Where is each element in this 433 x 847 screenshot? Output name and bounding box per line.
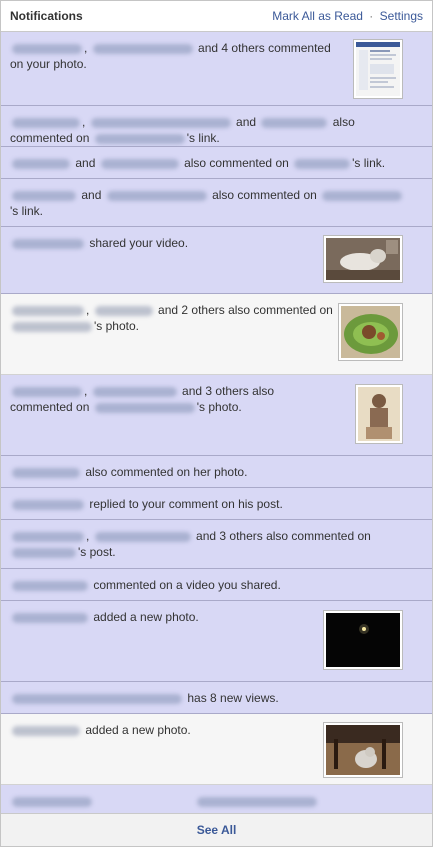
notification-text: added a new photo. [10, 722, 340, 738]
photo-thumbnail[interactable] [323, 610, 403, 670]
notification-item[interactable]: has 8 new views. [1, 682, 432, 714]
notification-item[interactable]: , and 3 others also commented on 's phot… [1, 375, 432, 456]
blurred-name [197, 796, 318, 807]
notification-item[interactable]: , and also commented on 's link. [1, 106, 432, 147]
photo-thumbnail[interactable] [323, 722, 403, 778]
link-separator: · [369, 9, 374, 23]
blurred-name [106, 190, 207, 201]
video-thumbnail[interactable] [323, 235, 403, 283]
notification-item[interactable]: commented on a video you shared. [1, 569, 432, 601]
notification-text: and also commented on 's link. [10, 155, 410, 171]
blurred-name [12, 693, 182, 704]
notification-item[interactable]: also commented on her photo. [1, 456, 432, 488]
notification-text: , and 3 others also commented on 's phot… [10, 384, 275, 414]
photo-image [341, 306, 400, 358]
blurred-name [100, 158, 179, 169]
blurred-name [12, 725, 80, 736]
notification-item[interactable]: added a new photo. [1, 714, 432, 785]
blurred-name [12, 43, 82, 54]
blurred-name [322, 190, 403, 201]
mark-all-read-link[interactable]: Mark All as Read [272, 9, 363, 23]
notification-text: also commented on her photo. [10, 464, 410, 480]
video-image [326, 238, 400, 280]
notification-text: commented on a video you shared. [10, 577, 410, 593]
notifications-header: Notifications Mark All as Read · Setting… [1, 1, 432, 32]
notification-item[interactable]: , and 3 others also commented on 's post… [1, 520, 432, 569]
blurred-name [92, 386, 177, 397]
see-all-link[interactable]: See All [197, 823, 237, 837]
panel-title: Notifications [10, 9, 83, 23]
notification-text [10, 793, 410, 809]
notification-text: shared your video. [10, 235, 340, 251]
notification-item[interactable]: replied to your comment on his post. [1, 488, 432, 520]
blurred-name [12, 796, 92, 807]
blurred-name [12, 580, 88, 591]
photo-image [358, 387, 400, 441]
notification-item[interactable]: , and 4 others commented on your photo. [1, 32, 432, 106]
photo-image [326, 725, 400, 775]
notification-text: , and 3 others also commented on 's post… [10, 528, 410, 560]
blurred-name [12, 499, 84, 510]
blurred-name [294, 158, 351, 169]
notification-item[interactable]: shared your video. [1, 227, 432, 294]
notifications-footer: See All [1, 813, 432, 846]
notification-text: , and 4 others commented on your photo. [10, 41, 331, 71]
blurred-name [261, 117, 328, 128]
notifications-list: , and 4 others commented on your photo. [1, 32, 432, 815]
photo-thumbnail[interactable] [355, 384, 403, 444]
blurred-name [12, 547, 76, 558]
notification-item-partial[interactable] [1, 785, 432, 815]
blurred-name [92, 43, 193, 54]
blurred-name [12, 158, 70, 169]
blurred-name [12, 321, 92, 332]
notification-item[interactable]: , and 2 others also commented on 's phot… [1, 294, 432, 375]
notification-text: added a new photo. [10, 609, 340, 625]
notification-text: , and 2 others also commented on 's phot… [10, 302, 340, 334]
photo-thumbnail[interactable] [338, 303, 403, 361]
notification-text: , and also commented on 's link. [10, 115, 355, 145]
notifications-panel: Notifications Mark All as Read · Setting… [0, 0, 433, 847]
blurred-name [90, 117, 231, 128]
notification-item[interactable]: added a new photo. [1, 601, 432, 682]
photo-thumbnail[interactable] [353, 39, 403, 99]
blurred-name [12, 612, 88, 623]
screenshot-image [356, 42, 400, 96]
blurred-name [12, 467, 80, 478]
header-links: Mark All as Read · Settings [272, 9, 423, 23]
blurred-name [12, 531, 84, 542]
notification-text: has 8 new views. [10, 690, 410, 706]
notification-text: and also commented on 's link. [10, 187, 410, 219]
blurred-name [12, 117, 80, 128]
blurred-name [94, 402, 195, 413]
notification-text: replied to your comment on his post. [10, 496, 410, 512]
settings-link[interactable]: Settings [380, 9, 423, 23]
notification-item[interactable]: and also commented on 's link. [1, 147, 432, 179]
blurred-name [12, 238, 84, 249]
blurred-name [94, 531, 191, 542]
blurred-name [94, 133, 185, 144]
blurred-name [94, 305, 153, 316]
blurred-name [12, 305, 84, 316]
blurred-name [12, 386, 82, 397]
notification-item[interactable]: and also commented on 's link. [1, 179, 432, 227]
blurred-name [12, 190, 76, 201]
photo-image [326, 613, 400, 667]
